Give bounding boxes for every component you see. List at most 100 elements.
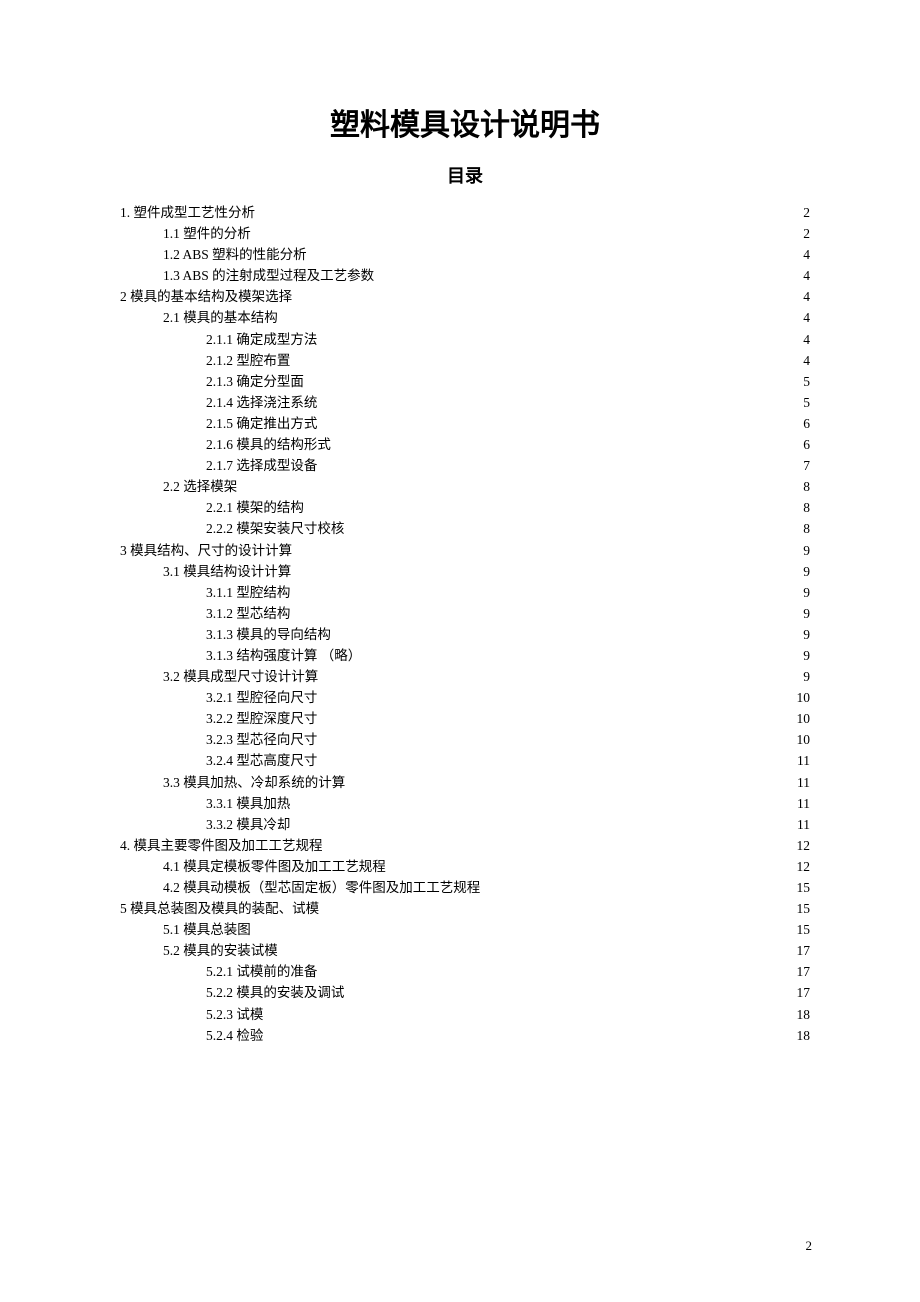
toc-entry-label: 4.1 模具定模板零件图及加工工艺规程 — [163, 860, 386, 874]
toc-entry-page: 7 — [803, 459, 810, 473]
toc-entry-page: 10 — [797, 691, 811, 705]
toc-entry-label: 3 模具结构、尺寸的设计计算 — [120, 544, 292, 558]
toc-entry-page: 4 — [803, 248, 810, 262]
toc-entry: 3.1.1 型腔结构 9 — [120, 586, 810, 600]
toc-entry-label: 1.3 ABS 的注射成型过程及工艺参数 — [163, 269, 374, 283]
document-title: 塑料模具设计说明书 — [120, 100, 810, 144]
toc-entry: 3.2.4 型芯高度尺寸11 — [120, 754, 810, 768]
toc-entry-page: 5 — [803, 396, 810, 410]
toc-entry: 3.1.2 型芯结构 9 — [120, 607, 810, 621]
toc-entry: 3 模具结构、尺寸的设计计算9 — [120, 544, 810, 558]
toc-entry-label: 3.1.1 型腔结构 — [206, 586, 290, 600]
toc-entry-label: 1.1 塑件的分析 — [163, 227, 251, 241]
toc-entry: 5.2.1 试模前的准备 17 — [120, 965, 810, 979]
toc-entry-page: 5 — [803, 375, 810, 389]
toc-entry-page: 17 — [797, 944, 811, 958]
toc-entry-label: 3.1 模具结构设计计算 — [163, 565, 291, 579]
toc-entry-page: 4 — [803, 333, 810, 347]
toc-entry: 2.1.2 型腔布置 4 — [120, 354, 810, 368]
document-page: 塑料模具设计说明书 目录 1. 塑件成型工艺性分析 2 1.1 塑件的分析2 1.2 … — [0, 0, 920, 1100]
toc-entry-label: 3.2.1 型腔径向尺寸 — [206, 691, 317, 705]
toc-entry-label: 2.2.1 模架的结构 — [206, 501, 304, 515]
toc-entry-label: 5.1 模具总装图 — [163, 923, 251, 937]
toc-entry-label: 2.1.5 确定推出方式 — [206, 417, 317, 431]
toc-entry: 1.3 ABS 的注射成型过程及工艺参数 4 — [120, 269, 810, 283]
toc-entry-page: 2 — [803, 206, 810, 220]
toc-entry-label: 2.1.6 模具的结构形式 — [206, 438, 331, 452]
toc-entry-page: 9 — [803, 670, 810, 684]
page-number: 2 — [806, 1238, 813, 1254]
toc-entry: 4.2 模具动模板（型芯固定板）零件图及加工工艺规程15 — [120, 881, 810, 895]
toc-entry-page: 4 — [803, 311, 810, 325]
toc-entry: 3.3.1 模具加热11 — [120, 797, 810, 811]
toc-entry: 2.1 模具的基本结构 4 — [120, 311, 810, 325]
toc-entry-label: 2.1.1 确定成型方法 — [206, 333, 317, 347]
toc-entry: 5.2.3 试模18 — [120, 1008, 810, 1022]
toc-entry-page: 6 — [803, 438, 810, 452]
toc-entry-label: 5.2.3 试模 — [206, 1008, 263, 1022]
toc-entry: 2 模具的基本结构及模架选择4 — [120, 290, 810, 304]
toc-entry-page: 17 — [797, 965, 811, 979]
toc-entry: 3.2.3 型芯径向尺寸10 — [120, 733, 810, 747]
toc-entry: 3.2.2 型腔深度尺寸10 — [120, 712, 810, 726]
toc-entry-label: 2.1.7 选择成型设备 — [206, 459, 317, 473]
toc-entry-page: 15 — [797, 881, 811, 895]
toc-entry: 2.2 选择模架8 — [120, 480, 810, 494]
toc-entry-page: 11 — [797, 776, 810, 790]
toc-entry-label: 5.2.1 试模前的准备 — [206, 965, 317, 979]
toc-entry-label: 2.1.2 型腔布置 — [206, 354, 290, 368]
toc-entry: 3.1.3 结构强度计算 （略） 9 — [120, 649, 810, 663]
toc-entry-label: 5.2.4 检验 — [206, 1029, 263, 1043]
toc-entry: 5.2.4 检验18 — [120, 1029, 810, 1043]
toc-entry-page: 6 — [803, 417, 810, 431]
toc-entry-page: 15 — [797, 902, 811, 916]
toc-entry: 2.1.5 确定推出方式 6 — [120, 417, 810, 431]
toc-entry-label: 2.1.3 确定分型面 — [206, 375, 304, 389]
toc-entry: 1.2 ABS 塑料的性能分析 4 — [120, 248, 810, 262]
toc-entry-page: 9 — [803, 649, 810, 663]
toc-entry-label: 3.1.2 型芯结构 — [206, 607, 290, 621]
toc-entry: 5 模具总装图及模具的装配、试模15 — [120, 902, 810, 916]
toc-entry-label: 5.2 模具的安装试模 — [163, 944, 278, 958]
toc-entry-page: 4 — [803, 269, 810, 283]
toc-entry-label: 3.3 模具加热、冷却系统的计算 — [163, 776, 345, 790]
toc-entry: 2.1.3 确定分型面 5 — [120, 375, 810, 389]
toc-entry: 3.1.3 模具的导向结构9 — [120, 628, 810, 642]
toc-entry-label: 1. 塑件成型工艺性分析 — [120, 206, 255, 220]
toc-entry-page: 9 — [803, 586, 810, 600]
toc-entry-page: 10 — [797, 712, 811, 726]
toc-entry: 2.1.6 模具的结构形式 6 — [120, 438, 810, 452]
toc-entry-page: 4 — [803, 354, 810, 368]
toc-entry-label: 4. 模具主要零件图及加工工艺规程 — [120, 839, 323, 853]
toc-entry-page: 8 — [803, 501, 810, 515]
toc-entry-label: 2.1.4 选择浇注系统 — [206, 396, 317, 410]
toc-entry: 3.2.1 型腔径向尺寸 10 — [120, 691, 810, 705]
toc-entry: 2.1.7 选择成型设备 7 — [120, 459, 810, 473]
toc-entry: 4.1 模具定模板零件图及加工工艺规程 12 — [120, 860, 810, 874]
toc-entry-label: 3.3.2 模具冷却 — [206, 818, 290, 832]
toc-entry-label: 2.1 模具的基本结构 — [163, 311, 278, 325]
toc-heading: 目录 — [120, 162, 810, 188]
toc-entry-page: 11 — [797, 754, 810, 768]
toc-entry: 4. 模具主要零件图及加工工艺规程 12 — [120, 839, 810, 853]
toc-entry: 5.2.2 模具的安装及调试 17 — [120, 986, 810, 1000]
toc-entry: 2.1.4 选择浇注系统 5 — [120, 396, 810, 410]
toc-entry: 3.3.2 模具冷却 11 — [120, 818, 810, 832]
toc-entry-label: 1.2 ABS 塑料的性能分析 — [163, 248, 307, 262]
toc-entry-page: 12 — [797, 839, 811, 853]
toc-entry-label: 3.2.3 型芯径向尺寸 — [206, 733, 317, 747]
toc-entry: 1.1 塑件的分析2 — [120, 227, 810, 241]
toc-entry-label: 3.1.3 模具的导向结构 — [206, 628, 331, 642]
toc-entry: 5.1 模具总装图15 — [120, 923, 810, 937]
toc-entry-page: 9 — [803, 607, 810, 621]
toc-entry-page: 4 — [803, 290, 810, 304]
toc-entry-page: 11 — [797, 818, 810, 832]
toc-entry-page: 12 — [797, 860, 811, 874]
toc-entry-page: 17 — [797, 986, 811, 1000]
toc-entry-label: 3.1.3 结构强度计算 （略） — [206, 649, 361, 663]
toc-entry-label: 3.2 模具成型尺寸设计计算 — [163, 670, 318, 684]
toc-entry: 2.2.1 模架的结构 8 — [120, 501, 810, 515]
toc-entry-label: 5.2.2 模具的安装及调试 — [206, 986, 344, 1000]
toc-entry-label: 2.2 选择模架 — [163, 480, 237, 494]
toc-entry-page: 8 — [803, 522, 810, 536]
